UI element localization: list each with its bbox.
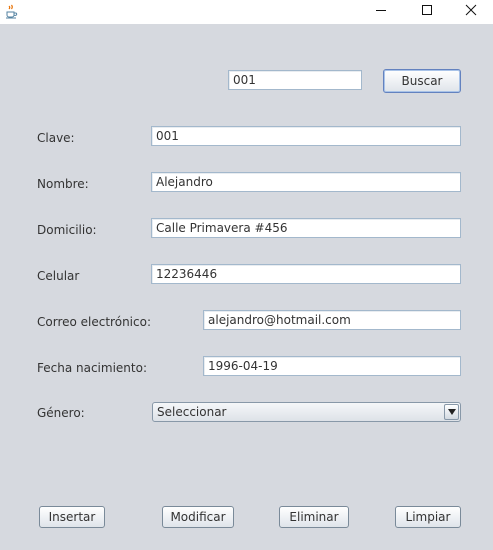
email-field[interactable]: alejandro@hotmail.com xyxy=(203,310,461,330)
correo-label: Correo electrónico: xyxy=(37,315,151,329)
clear-button[interactable]: Limpiar xyxy=(395,506,461,528)
gender-select-value: Seleccionar xyxy=(157,405,227,419)
minimize-icon xyxy=(375,4,387,19)
celular-field[interactable]: 12236446 xyxy=(151,264,461,284)
delete-button[interactable]: Eliminar xyxy=(279,506,349,528)
title-bar xyxy=(0,0,493,24)
domicilio-field[interactable]: Calle Primavera #456 xyxy=(151,218,461,238)
form-panel: 001 Buscar Clave: 001 Nombre: Alejandro … xyxy=(0,24,493,550)
nombre-label: Nombre: xyxy=(37,177,89,191)
insert-button[interactable]: Insertar xyxy=(39,506,105,528)
clave-label: Clave: xyxy=(37,131,75,145)
celular-label: Celular xyxy=(37,269,80,283)
clave-field[interactable]: 001 xyxy=(151,126,461,146)
search-button[interactable]: Buscar xyxy=(383,69,461,93)
nombre-field[interactable]: Alejandro xyxy=(151,172,461,192)
domicilio-label: Domicilio: xyxy=(37,223,97,237)
modify-button[interactable]: Modificar xyxy=(162,506,234,528)
birthdate-field[interactable]: 1996-04-19 xyxy=(203,356,461,376)
search-input[interactable]: 001 xyxy=(228,70,362,90)
gender-select[interactable]: Seleccionar xyxy=(152,402,461,422)
genero-label: Género: xyxy=(37,406,85,420)
chevron-down-icon[interactable] xyxy=(444,404,459,420)
close-icon xyxy=(465,4,477,19)
maximize-button[interactable] xyxy=(404,0,450,22)
fecha-label: Fecha nacimiento: xyxy=(37,361,147,375)
close-button[interactable] xyxy=(448,0,493,22)
java-coffee-icon xyxy=(3,3,19,19)
maximize-icon xyxy=(421,4,433,19)
minimize-button[interactable] xyxy=(358,0,404,22)
